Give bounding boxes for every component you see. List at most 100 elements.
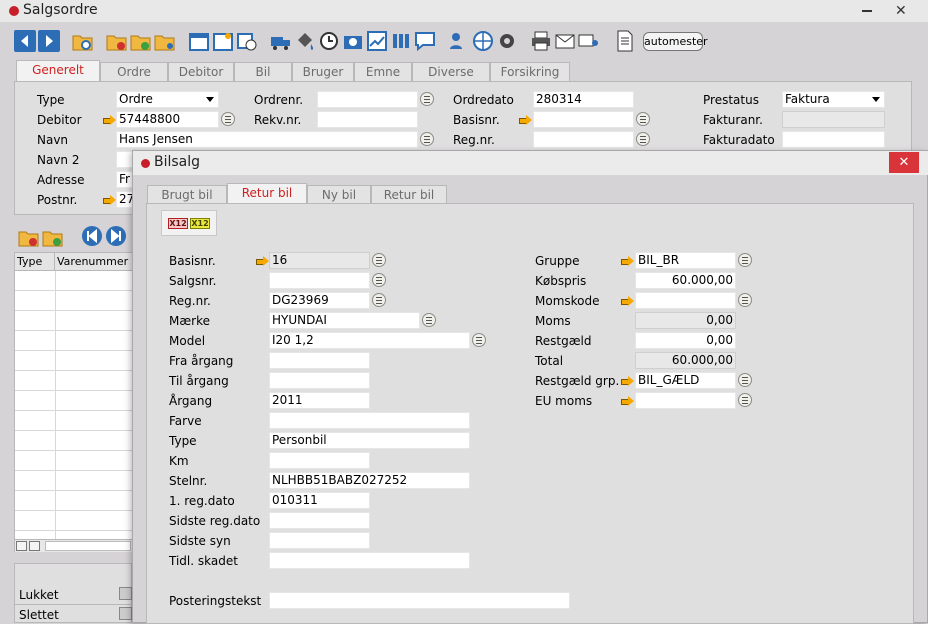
- first-record-icon[interactable]: [82, 226, 102, 246]
- type-select[interactable]: Ordre: [116, 91, 219, 108]
- stelnr-field[interactable]: NLHBB51BABZ027252: [269, 472, 470, 489]
- x12-yellow-icon[interactable]: X12: [190, 218, 210, 229]
- columns-icon[interactable]: [390, 30, 412, 52]
- debitor-lookup-icon[interactable]: [221, 112, 235, 126]
- ordredato-field[interactable]: 280314: [533, 91, 634, 108]
- basisnr-field[interactable]: [533, 111, 634, 128]
- tab-ordre[interactable]: Ordre: [100, 62, 168, 81]
- grid-hscrollbar[interactable]: [15, 539, 133, 552]
- tab-bruger[interactable]: Bruger: [292, 62, 354, 81]
- koebspris-field[interactable]: 60.000,00: [635, 272, 736, 289]
- tab-forsikring[interactable]: Forsikring: [490, 62, 570, 81]
- nav-back-icon[interactable]: [14, 30, 36, 52]
- momskode-field[interactable]: [635, 292, 736, 309]
- grid-header-type[interactable]: Type: [15, 253, 55, 271]
- tidl-skadet-field[interactable]: [269, 552, 470, 569]
- farve-field[interactable]: [269, 412, 470, 429]
- gruppe-lookup-icon[interactable]: [738, 253, 752, 267]
- gruppe-field[interactable]: BIL_BR: [635, 252, 736, 269]
- nav-forward-icon[interactable]: [38, 30, 60, 52]
- restgaeld-grp-lookup-icon[interactable]: [738, 373, 752, 387]
- debitor-arrow-icon[interactable]: [103, 115, 117, 125]
- tab-brugt-bil[interactable]: Brugt bil: [147, 185, 227, 204]
- model-field[interactable]: I20 1,2: [269, 332, 470, 349]
- folder-delete-icon[interactable]: [106, 30, 128, 52]
- sidste-reg-dato-field[interactable]: [269, 512, 370, 529]
- close-icon[interactable]: ✕: [895, 3, 907, 19]
- basisnr-arrow-icon[interactable]: [519, 115, 533, 125]
- navn-lookup-icon[interactable]: [420, 132, 434, 146]
- basisnr-arrow-icon[interactable]: [256, 256, 270, 266]
- rekvnr-field[interactable]: [317, 111, 418, 128]
- printer-icon[interactable]: [530, 30, 552, 52]
- truck-icon[interactable]: [270, 30, 292, 52]
- dialog-close-button[interactable]: ✕: [889, 152, 919, 173]
- eu-moms-arrow-icon[interactable]: [621, 396, 635, 406]
- model-lookup-icon[interactable]: [472, 333, 486, 347]
- document-icon[interactable]: [614, 30, 636, 52]
- tab-generelt[interactable]: Generelt: [16, 60, 100, 81]
- regnr-lookup-icon[interactable]: [372, 293, 386, 307]
- tab-retur-bil-2[interactable]: Retur bil: [371, 185, 447, 204]
- lukket-checkbox[interactable]: [119, 587, 132, 600]
- clock-icon[interactable]: [318, 30, 340, 52]
- tab-ny-bil[interactable]: Ny bil: [307, 185, 371, 204]
- tab-bil[interactable]: Bil: [234, 62, 292, 81]
- last-record-icon[interactable]: [106, 226, 126, 246]
- scroll-right-icon[interactable]: [29, 541, 40, 551]
- prestatus-select[interactable]: Faktura: [782, 91, 885, 108]
- debitor-field[interactable]: 57448800: [116, 111, 219, 128]
- calendar-icon[interactable]: [188, 30, 210, 52]
- momskode-arrow-icon[interactable]: [621, 296, 635, 306]
- sidste-syn-field[interactable]: [269, 532, 370, 549]
- restgaeld-field[interactable]: 0,00: [635, 332, 736, 349]
- aargang-field[interactable]: 2011: [269, 392, 370, 409]
- maerke-field[interactable]: HYUNDAI: [269, 312, 420, 329]
- fra-aargang-field[interactable]: [269, 352, 370, 369]
- restgaeld-grp-field[interactable]: BIL_GÆLD: [635, 372, 736, 389]
- salgsnr-field[interactable]: [269, 272, 370, 289]
- ordrenr-field[interactable]: [317, 91, 418, 108]
- folder-add-icon[interactable]: [130, 30, 152, 52]
- mail-user-icon[interactable]: [578, 30, 600, 52]
- type-field[interactable]: Personbil: [269, 432, 470, 449]
- line-delete-icon[interactable]: [18, 226, 40, 248]
- calendar-star-icon[interactable]: [212, 30, 234, 52]
- maerke-lookup-icon[interactable]: [422, 313, 436, 327]
- regnr-field[interactable]: [533, 131, 634, 148]
- fakturadato-field[interactable]: [782, 131, 885, 148]
- tab-debitor[interactable]: Debitor: [168, 62, 234, 81]
- eu-moms-field[interactable]: [635, 392, 736, 409]
- gear-icon[interactable]: [496, 30, 518, 52]
- momskode-lookup-icon[interactable]: [738, 293, 752, 307]
- foerste-reg-dato-field[interactable]: 010311: [269, 492, 370, 509]
- postnr-arrow-icon[interactable]: [103, 195, 117, 205]
- regnr-field[interactable]: DG23969: [269, 292, 370, 309]
- basisnr-field[interactable]: 16: [269, 252, 370, 269]
- calendar-clock-icon[interactable]: [236, 30, 258, 52]
- til-aargang-field[interactable]: [269, 372, 370, 389]
- gruppe-arrow-icon[interactable]: [621, 256, 635, 266]
- tab-emne[interactable]: Emne: [354, 62, 412, 81]
- paint-bucket-icon[interactable]: [294, 30, 316, 52]
- globe-icon[interactable]: [472, 30, 494, 52]
- grid-header-varenummer[interactable]: Varenummer: [55, 253, 133, 271]
- chart-icon[interactable]: [366, 30, 388, 52]
- km-field[interactable]: [269, 452, 370, 469]
- scroll-thumb[interactable]: [45, 541, 131, 551]
- line-add-icon[interactable]: [42, 226, 64, 248]
- minimize-icon[interactable]: [862, 10, 872, 12]
- tab-diverse[interactable]: Diverse: [412, 62, 490, 81]
- folder-search-icon[interactable]: [72, 30, 94, 52]
- x12-red-icon[interactable]: X12: [168, 218, 188, 229]
- basisnr-lookup-icon[interactable]: [636, 112, 650, 126]
- users-settings-icon[interactable]: [448, 30, 470, 52]
- regnr-lookup-icon[interactable]: [636, 132, 650, 146]
- slettet-checkbox[interactable]: [119, 607, 132, 620]
- scroll-left-icon[interactable]: [16, 541, 27, 551]
- envelope-icon[interactable]: [554, 30, 576, 52]
- posteringstekst-field[interactable]: [269, 592, 570, 609]
- ordrenr-lookup-icon[interactable]: [420, 92, 434, 106]
- folder-share-icon[interactable]: [154, 30, 176, 52]
- automester-button[interactable]: automester: [643, 32, 708, 51]
